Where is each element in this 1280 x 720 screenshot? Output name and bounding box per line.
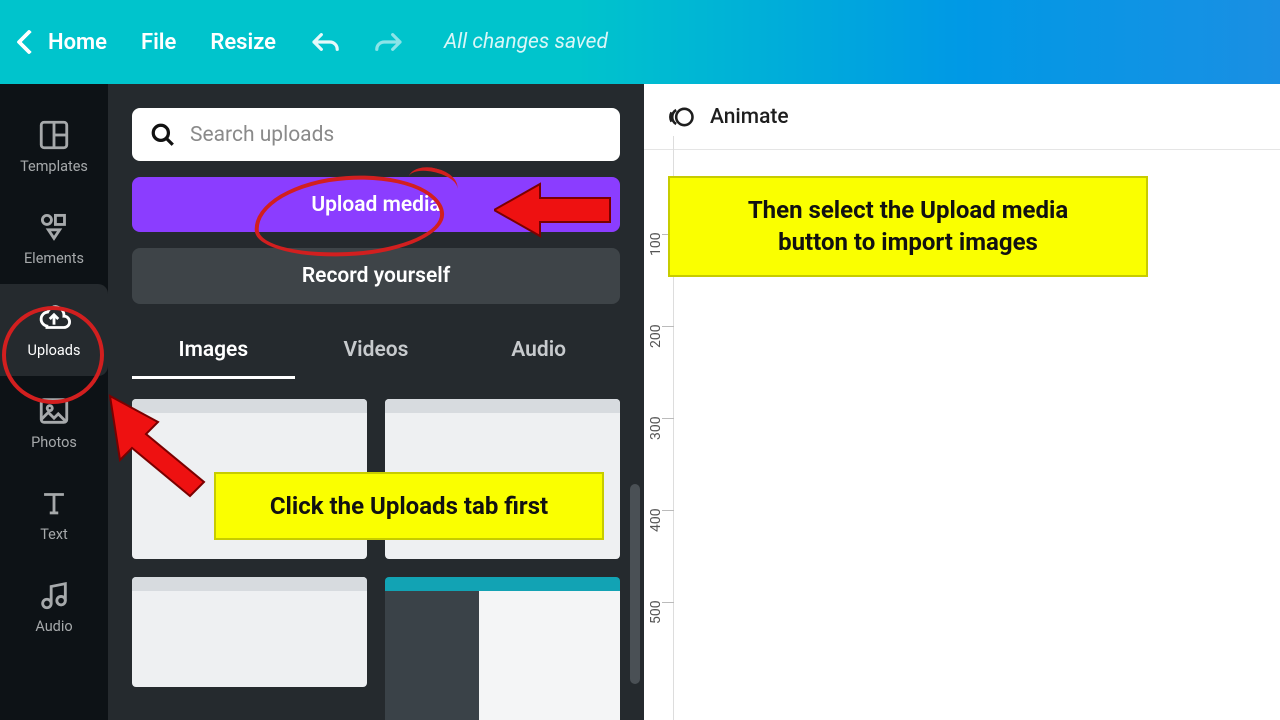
chevron-left-icon [16, 29, 41, 54]
rail-templates[interactable]: Templates [0, 100, 108, 192]
rail-elements-label: Elements [24, 250, 84, 267]
tab-videos[interactable]: Videos [295, 338, 458, 379]
rail-audio-label: Audio [35, 618, 72, 635]
annotation-step1: Click the Uploads tab first [214, 472, 604, 540]
context-toolbar: Animate [644, 84, 1280, 150]
elements-icon [37, 210, 71, 244]
record-yourself-button[interactable]: Record yourself [132, 248, 620, 303]
resize-menu[interactable]: Resize [210, 30, 276, 55]
uploads-tabs: Images Videos Audio [132, 338, 620, 379]
panel-scrollbar[interactable] [630, 484, 640, 684]
top-bar: Home File Resize All changes saved [0, 0, 1280, 84]
rail-audio[interactable]: Audio [0, 560, 108, 652]
file-menu[interactable]: File [141, 30, 176, 55]
upload-media-label: Upload media [311, 193, 440, 217]
uploads-grid [132, 399, 620, 720]
uploads-icon [37, 302, 71, 336]
rail-elements[interactable]: Elements [0, 192, 108, 284]
save-status: All changes saved [444, 30, 608, 54]
redo-icon [374, 31, 404, 53]
undo-button[interactable] [310, 31, 340, 53]
animate-label: Animate [710, 105, 789, 129]
photos-icon [37, 394, 71, 428]
rail-photos-label: Photos [31, 434, 77, 451]
redo-button[interactable] [374, 31, 404, 53]
rail-templates-label: Templates [20, 158, 88, 175]
rail-text-label: Text [40, 526, 68, 543]
undo-icon [310, 31, 340, 53]
rail-photos[interactable]: Photos [0, 376, 108, 468]
rail-uploads[interactable]: Uploads [0, 284, 108, 376]
resize-label: Resize [210, 30, 276, 55]
upload-thumbnail[interactable] [132, 577, 367, 687]
side-rail: Templates Elements Uploads Photos Text A… [0, 84, 108, 720]
audio-icon [37, 578, 71, 612]
file-label: File [141, 30, 176, 55]
animate-icon [668, 103, 696, 131]
animate-button[interactable]: Animate [668, 103, 789, 131]
search-icon [150, 122, 176, 148]
uploads-panel: Upload media Record yourself Images Vide… [108, 84, 644, 720]
upload-thumbnail[interactable] [385, 577, 620, 720]
rail-text[interactable]: Text [0, 468, 108, 560]
back-home[interactable]: Home [20, 30, 107, 55]
search-uploads[interactable] [132, 108, 620, 161]
rail-uploads-label: Uploads [28, 342, 81, 359]
tab-audio[interactable]: Audio [457, 338, 620, 379]
text-icon [37, 486, 71, 520]
search-input[interactable] [190, 123, 602, 147]
annotation-step2: Then select the Upload media button to i… [668, 176, 1148, 277]
home-label: Home [48, 30, 107, 55]
tab-images[interactable]: Images [132, 338, 295, 379]
record-yourself-label: Record yourself [302, 264, 450, 288]
templates-icon [37, 118, 71, 152]
upload-media-button[interactable]: Upload media [132, 177, 620, 232]
